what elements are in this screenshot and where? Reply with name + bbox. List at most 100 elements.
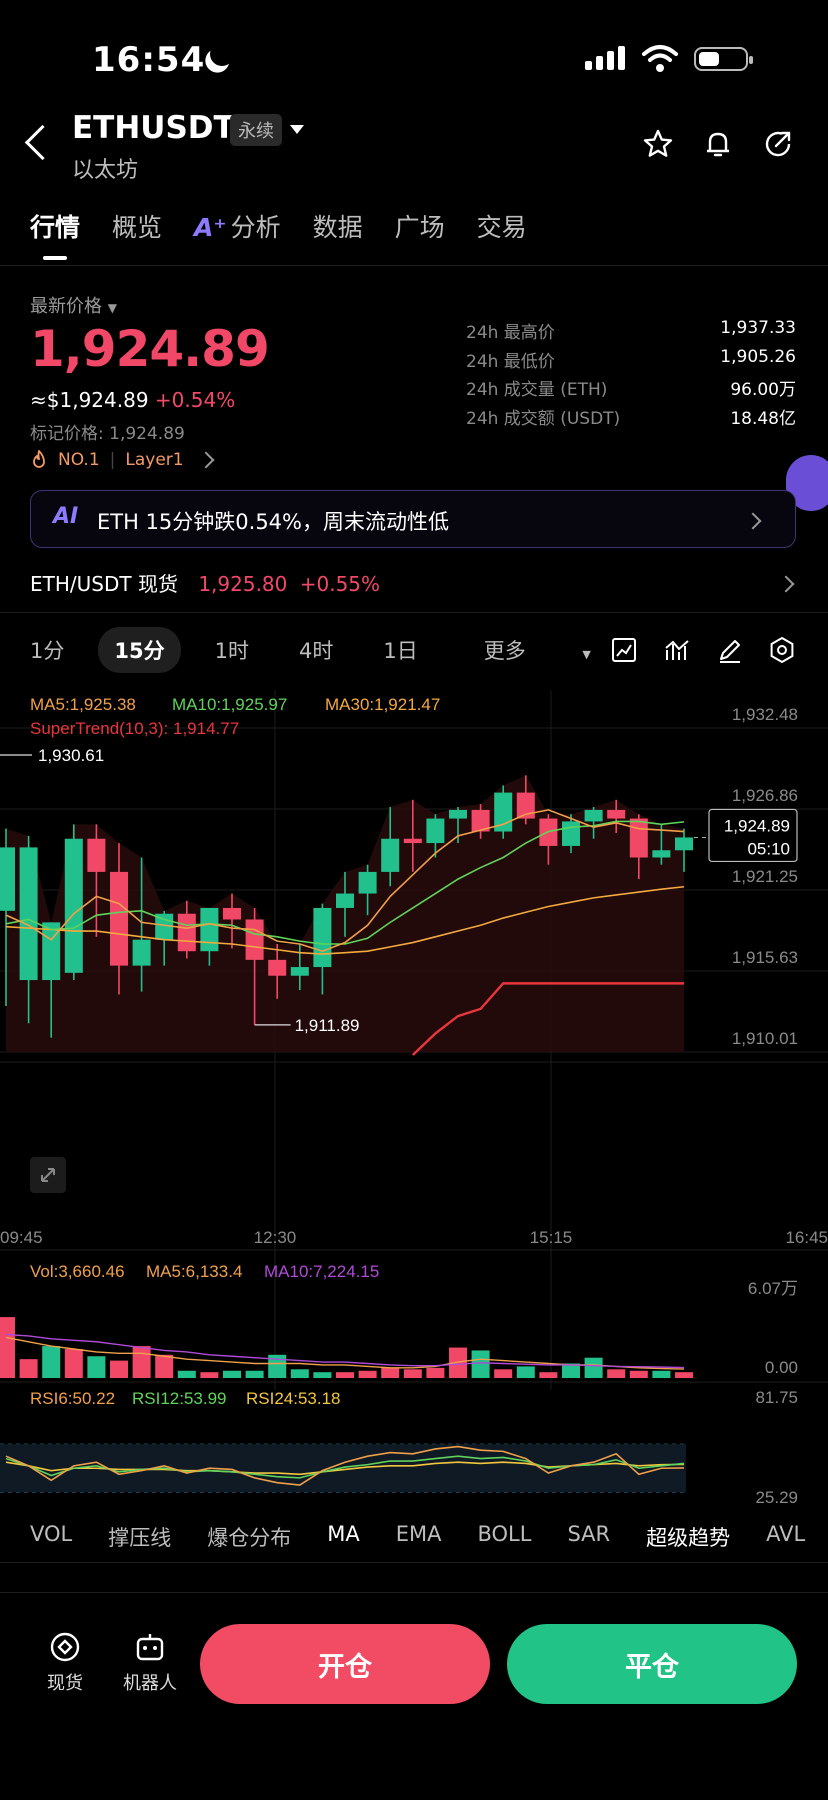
- indicator-support[interactable]: 撑压线: [108, 1522, 171, 1552]
- rank-row[interactable]: NO.1 | Layer1: [30, 450, 215, 470]
- mark-price: 标记价格: 1,924.89: [30, 424, 185, 444]
- asset-name: 以太坊: [72, 158, 139, 183]
- main-tabs: 行情 概览 A⁺ 分析 数据 广场 交易: [30, 208, 559, 260]
- stat-value: 1,937.33: [720, 318, 796, 338]
- volume-bar: [132, 1346, 151, 1378]
- indicator-avl[interactable]: AVL: [766, 1522, 805, 1552]
- candle-body: [336, 893, 354, 908]
- bell-icon[interactable]: [702, 128, 734, 160]
- volume-bar: [539, 1372, 558, 1378]
- stat-turnover: 24h 成交额 (USDT) 18.48亿: [466, 404, 796, 433]
- star-icon[interactable]: [642, 128, 674, 160]
- caret-down-icon: ▼: [582, 648, 591, 661]
- high-marker-label: 1,930.61: [38, 746, 104, 765]
- tab-data[interactable]: 数据: [313, 208, 363, 244]
- interval-tabs: 1分 15分 1时 4时 1日 更多 ▼: [14, 627, 659, 673]
- last-price-label: 1,924.89: [724, 816, 790, 835]
- volume-bar: [313, 1372, 332, 1378]
- indicator-vol[interactable]: VOL: [30, 1522, 72, 1552]
- open-position-button[interactable]: 开仓: [200, 1624, 490, 1704]
- y-tick-label: 1,915.63: [732, 948, 798, 967]
- ai-icon: A⁺: [194, 213, 227, 242]
- chevron-right-icon: [744, 512, 762, 530]
- indicator-ma[interactable]: MA: [327, 1522, 359, 1552]
- indicator-icon[interactable]: [663, 636, 691, 664]
- tab-trade[interactable]: 交易: [477, 208, 527, 244]
- stat-value: 96.00万: [730, 380, 796, 400]
- volume-bar: [652, 1370, 671, 1378]
- legend-vol: Vol:3,660.46: [30, 1262, 125, 1281]
- legend-vol-ma5: MA5:6,133.4: [146, 1262, 242, 1281]
- interval-4h[interactable]: 4时: [283, 627, 349, 673]
- chevron-right-icon[interactable]: [777, 575, 795, 593]
- share-icon[interactable]: [762, 128, 794, 160]
- y-tick-label: 1,910.01: [732, 1029, 798, 1048]
- spot-nav-button[interactable]: 现货: [20, 1630, 110, 1695]
- tab-analysis[interactable]: A⁺ 分析: [194, 208, 281, 244]
- interval-15m[interactable]: 15分: [98, 627, 181, 673]
- indicator-liquidation[interactable]: 爆仓分布: [207, 1522, 291, 1552]
- candle-body: [607, 809, 626, 819]
- back-button[interactable]: [24, 124, 61, 161]
- candle-body: [381, 838, 400, 872]
- legend-rsi24: RSI24:53.18: [246, 1389, 341, 1408]
- supertrend-area: [0, 775, 686, 1493]
- symbol-title[interactable]: ETHUSDT: [72, 110, 235, 146]
- x-tick-label: 15:15: [530, 1228, 573, 1247]
- ai-insight-banner[interactable]: AI ETH 15分钟跌0.54%，周末流动性低: [30, 490, 796, 548]
- chart-type-icon[interactable]: [610, 636, 638, 664]
- candle-body: [358, 871, 377, 894]
- candle-body: [0, 847, 15, 911]
- stat-label: 24h 成交额 (USDT): [466, 408, 621, 429]
- indicator-boll[interactable]: BOLL: [477, 1522, 531, 1552]
- x-tick-label: 09:45: [0, 1228, 43, 1247]
- candle-body: [200, 907, 219, 952]
- indicator-ema[interactable]: EMA: [396, 1522, 442, 1552]
- candle-body: [245, 919, 264, 960]
- bot-nav-button[interactable]: 机器人: [105, 1630, 195, 1695]
- spot-price: 1,925.80: [198, 572, 288, 596]
- divider: [0, 1592, 828, 1593]
- interval-1d[interactable]: 1日: [367, 627, 433, 673]
- ai-insight-text: ETH 15分钟跌0.54%，周末流动性低: [97, 510, 449, 534]
- stat-low: 24h 最低价 1,905.26: [466, 347, 796, 376]
- rsi-tick-min: 25.29: [755, 1488, 798, 1507]
- y-tick-label: 1,921.25: [732, 867, 798, 886]
- interval-1m[interactable]: 1分: [14, 627, 80, 673]
- draw-pen-icon[interactable]: [716, 636, 744, 664]
- low-marker-label: 1,911.89: [295, 1016, 360, 1035]
- tab-overview[interactable]: 概览: [112, 208, 162, 244]
- candle-body: [87, 838, 106, 872]
- candle-body: [449, 809, 467, 819]
- interval-more-label: 更多: [483, 639, 526, 663]
- spot-link-row[interactable]: ETH/USDT 现货 1,925.80 +0.55%: [30, 568, 380, 597]
- status-time: 16:54: [92, 40, 206, 80]
- tab-square[interactable]: 广场: [395, 208, 445, 244]
- legend-supertrend: SuperTrend(10,3): 1,914.77: [30, 719, 239, 738]
- candle-body: [110, 871, 128, 966]
- indicator-supertrend[interactable]: 超级趋势: [646, 1522, 730, 1552]
- rank-badge: NO.1: [58, 450, 100, 470]
- legend-vol-ma10: MA10:7,224.15: [264, 1262, 379, 1281]
- stat-value: 1,905.26: [720, 346, 796, 367]
- volume-bar: [0, 1317, 15, 1378]
- caret-down-icon: ▼: [107, 301, 117, 315]
- vol-ma5-line: [5, 1336, 685, 1370]
- stat-label: 24h 最高价: [466, 323, 555, 343]
- rsi-tick-max: 81.75: [755, 1388, 798, 1407]
- settings-icon[interactable]: [768, 636, 796, 664]
- latest-price-label[interactable]: 最新价格 ▼: [30, 292, 117, 318]
- volume-bar: [245, 1370, 264, 1378]
- tab-market[interactable]: 行情: [30, 208, 80, 260]
- symbol-dropdown-icon[interactable]: [290, 125, 304, 134]
- close-position-button[interactable]: 平仓: [507, 1624, 797, 1704]
- interval-1h[interactable]: 1时: [199, 627, 265, 673]
- volume-bar: [607, 1369, 626, 1378]
- spot-label: 现货: [47, 1673, 83, 1694]
- indicator-sar[interactable]: SAR: [567, 1522, 610, 1552]
- vol-tick-min: 0.00: [765, 1358, 798, 1377]
- volume-bar: [584, 1357, 603, 1378]
- y-tick-label: 1,926.86: [732, 786, 798, 805]
- volume-bar: [200, 1372, 219, 1378]
- kline-chart[interactable]: 1,932.48 1,926.86 1,921.25 1,915.63 1,910.01…: [0, 690, 828, 1520]
